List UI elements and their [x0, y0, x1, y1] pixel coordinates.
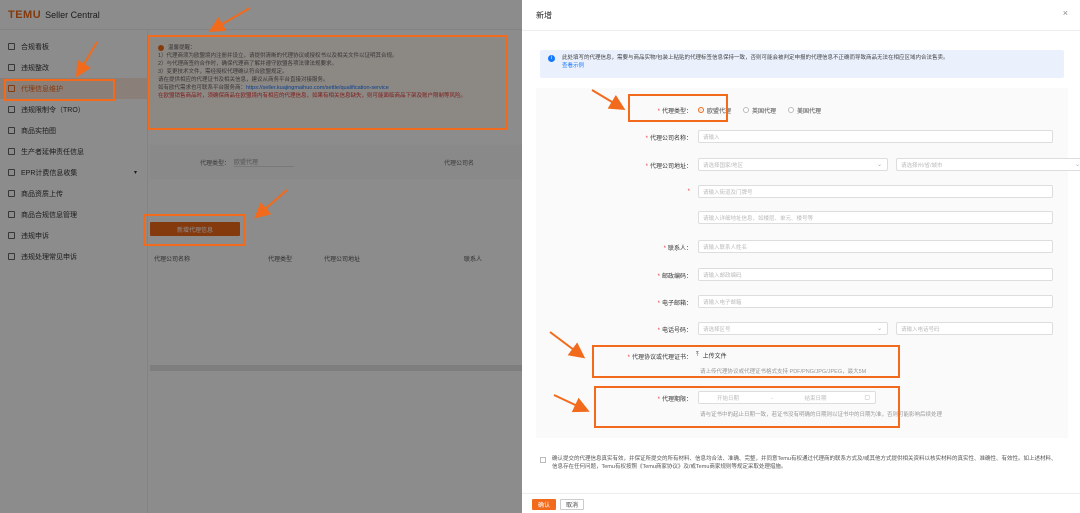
- required-mark: *: [657, 300, 660, 307]
- field-label: * 代理公司名称：: [536, 133, 698, 142]
- required-mark: *: [657, 273, 660, 280]
- country-select[interactable]: 请选择国家/地区 ⌄: [698, 158, 888, 171]
- confirm-statement: 确认提交的代理信息真实有效，并保证所提交的所有材料、信息均合法、准确、完整，并同…: [540, 455, 1060, 471]
- field-label: * 电话号码：: [536, 325, 698, 334]
- contact-input[interactable]: 请输入联系人姓名: [698, 240, 1053, 253]
- annotation-box-agent-type: [628, 94, 728, 122]
- form-row-phone: * 电话号码：: [536, 322, 698, 336]
- confirm-text: 确认提交的代理信息真实有效，并保证所提交的所有材料、信息均合法、准确、完整，并同…: [552, 456, 1057, 470]
- field-label-text: 邮政编码：: [661, 273, 692, 280]
- annotation-box-certificate: [592, 345, 900, 378]
- chevron-down-icon: ⌄: [876, 162, 882, 168]
- email-input[interactable]: 请输入电子邮箱: [698, 295, 1053, 308]
- annotation-box-validity: [594, 386, 900, 428]
- field-label-text: 代理公司名称：: [649, 135, 692, 142]
- phone-code-select[interactable]: 请选择区号 ⌄: [698, 322, 888, 335]
- field-label: *: [536, 189, 698, 195]
- form-row-postcode: * 邮政编码：: [536, 268, 698, 282]
- form-row-company-name: * 代理公司名称：: [536, 130, 698, 144]
- required-mark: *: [657, 327, 660, 334]
- field-label: * 邮政编码：: [536, 271, 698, 280]
- annotation-box-sidebar: [4, 79, 115, 101]
- required-mark: *: [663, 245, 666, 252]
- radio-us-agent[interactable]: 美国代理: [788, 106, 821, 115]
- chevron-down-icon: ⌄: [1074, 162, 1080, 168]
- select-placeholder: 请选择区号: [703, 326, 731, 333]
- confirm-checkbox[interactable]: [540, 457, 546, 463]
- add-agent-drawer: 新增 × i 此处填写的代理信息，需要与商品实物/包装上粘贴的代理标签信息保持一…: [522, 0, 1080, 513]
- chevron-down-icon: ⌄: [876, 326, 882, 332]
- field-label-text: 电子邮箱：: [661, 300, 692, 307]
- annotation-box-notice: [148, 35, 507, 130]
- field-label-text: 代理公司地址：: [649, 163, 692, 170]
- required-mark: *: [687, 189, 690, 195]
- field-label-text: 联系人：: [667, 245, 692, 252]
- required-mark: *: [645, 163, 648, 170]
- info-banner: i 此处填写的代理信息，需要与商品实物/包装上粘贴的代理标签信息保持一致，否则可…: [540, 50, 1064, 78]
- radio-circle: [743, 107, 750, 113]
- street-input[interactable]: 请输入街道及门牌号: [698, 185, 1053, 198]
- select-placeholder: 请选择国家/地区: [703, 162, 744, 169]
- form-row-contact: * 联系人：: [536, 240, 698, 254]
- confirm-button[interactable]: 确认: [532, 499, 556, 510]
- annotation-box-add-button: [143, 214, 245, 246]
- drawer-title: 新增: [536, 11, 552, 20]
- form-row-company-address: * 代理公司地址：: [536, 158, 698, 172]
- form-row-street: *: [536, 185, 698, 199]
- company-name-input[interactable]: 请输入: [698, 130, 1053, 143]
- radio-uk-agent[interactable]: 英国代理: [743, 106, 776, 115]
- divider: [522, 30, 1080, 31]
- field-label: * 代理公司地址：: [536, 161, 698, 170]
- cancel-button[interactable]: 取消: [560, 499, 584, 510]
- radio-circle: [788, 107, 795, 113]
- info-text: 此处填写的代理信息，需要与商品实物/包装上粘贴的代理标签信息保持一致，否则可能会…: [562, 55, 949, 61]
- address-detail-input[interactable]: 请输入详细地址信息，如楼层、单元、楼号等: [698, 211, 1053, 224]
- required-mark: *: [645, 135, 648, 142]
- view-example-link[interactable]: 查看示例: [562, 62, 1054, 70]
- postcode-input[interactable]: 请输入邮政编码: [698, 268, 1053, 281]
- radio-label: 英国代理: [752, 108, 777, 115]
- form-row-email: * 电子邮箱：: [536, 295, 698, 309]
- info-icon: i: [548, 55, 555, 62]
- close-icon[interactable]: ×: [1063, 8, 1068, 18]
- radio-label: 美国代理: [797, 108, 822, 115]
- divider: [522, 493, 1080, 494]
- region-select[interactable]: 请选择州/省/城市 ⌄: [896, 158, 1080, 171]
- select-placeholder: 请选择州/省/城市: [901, 162, 943, 169]
- field-label: * 电子邮箱：: [536, 298, 698, 307]
- phone-number-input[interactable]: 请输入电话号码: [896, 322, 1053, 335]
- field-label-text: 电话号码：: [661, 327, 692, 334]
- field-label: * 联系人：: [536, 243, 698, 252]
